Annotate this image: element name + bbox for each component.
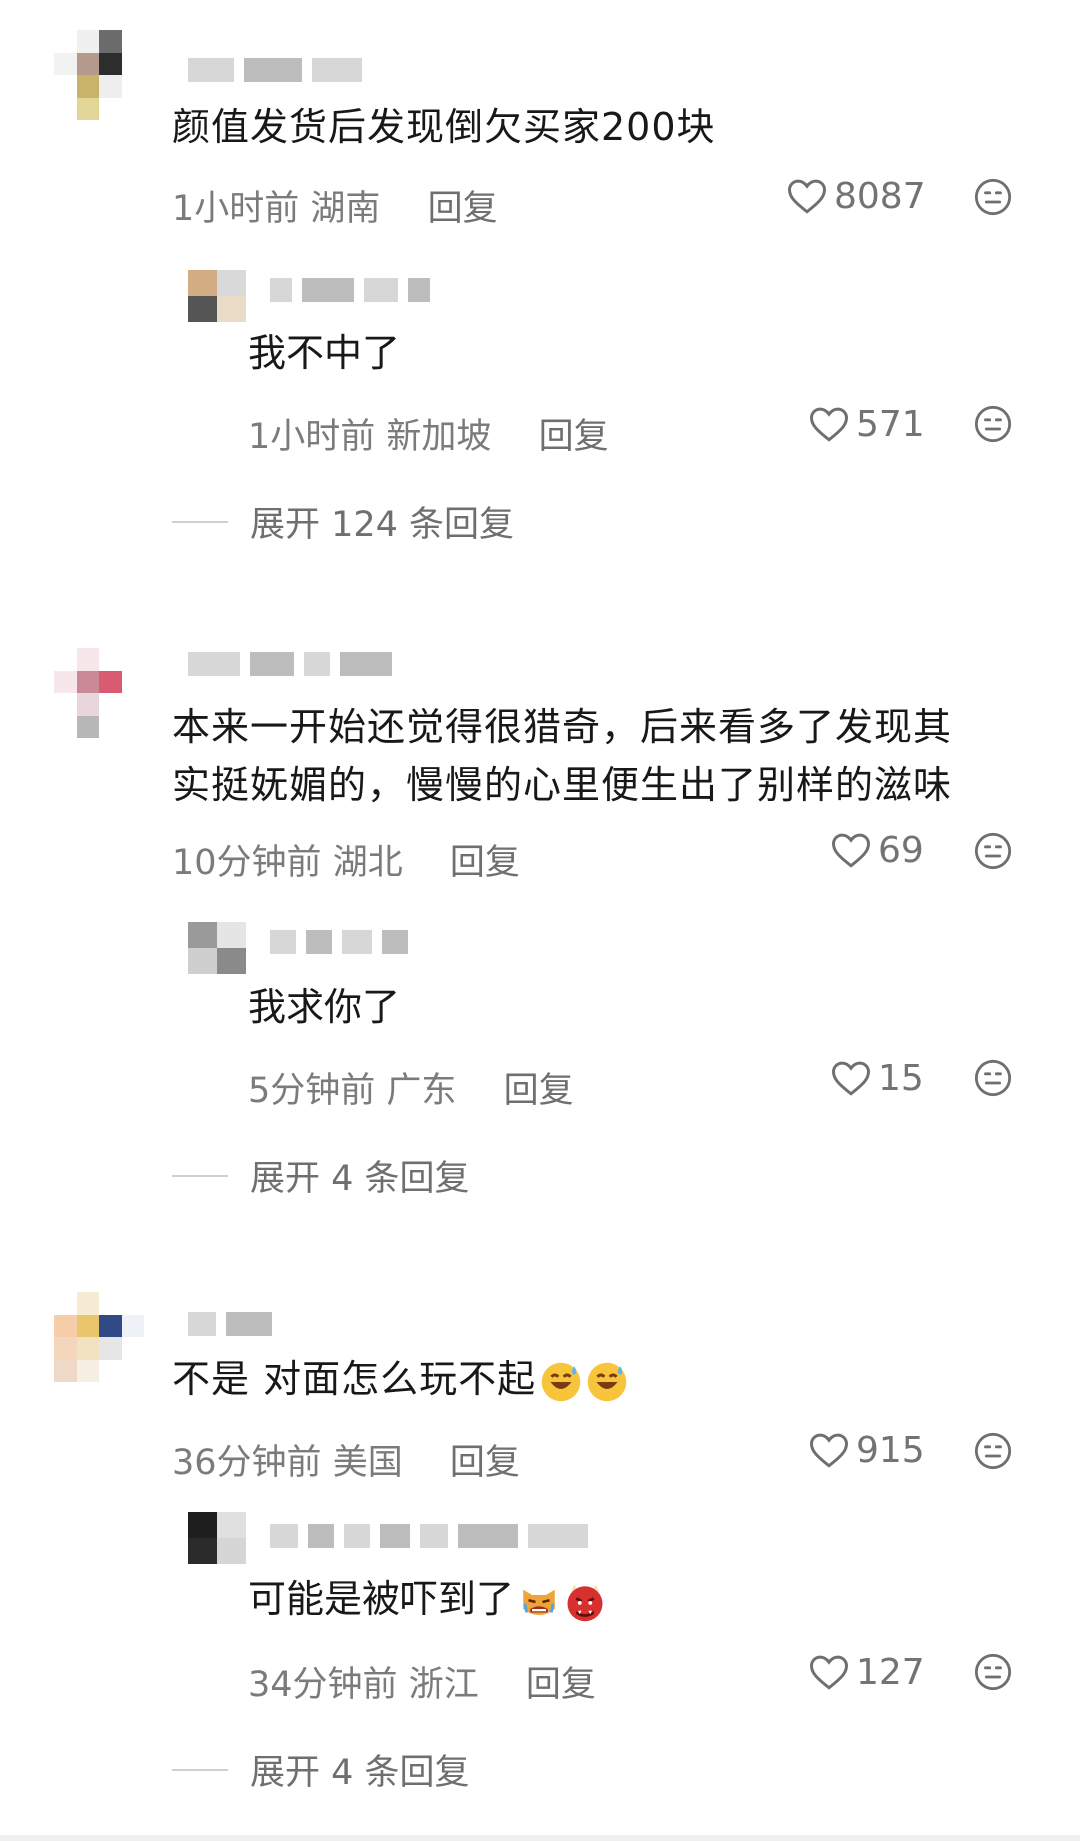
heart-outline-icon: [832, 833, 870, 868]
bottom-divider: [0, 1835, 1080, 1841]
avatar[interactable]: [54, 1292, 144, 1382]
username-blurred[interactable]: [188, 650, 392, 678]
reply-location: 新加坡: [386, 417, 492, 457]
dislike-face-icon[interactable]: [973, 1058, 1013, 1098]
crying-cat-emoji: [523, 1589, 555, 1615]
username-blurred[interactable]: [188, 56, 362, 84]
reply-button[interactable]: 回复: [450, 843, 520, 883]
comment-meta: 10分钟前 湖北 回复: [172, 834, 520, 885]
reply-time: 5分钟前: [248, 1071, 376, 1111]
reply-location: 浙江: [408, 1665, 479, 1705]
dislike-face-icon[interactable]: [973, 1652, 1013, 1692]
comment-time: 36分钟前: [172, 1443, 322, 1483]
like-count: 8087: [834, 175, 926, 217]
expand-label: 展开 124 条回复: [250, 505, 515, 545]
like-button[interactable]: 915: [808, 1426, 925, 1474]
comment-text: 本来一开始还觉得很猎奇，后来看多了发现其 实挺妩媚的，慢慢的心里便生出了别样的滋…: [172, 698, 1032, 814]
expand-divider: [172, 520, 228, 523]
reply-button[interactable]: 回复: [428, 189, 498, 229]
reply-button[interactable]: 回复: [526, 1665, 596, 1705]
reply-text: 我求你了: [248, 985, 401, 1029]
like-count: 15: [878, 1057, 924, 1099]
like-count: 571: [856, 403, 925, 445]
like-button[interactable]: 15: [830, 1054, 924, 1102]
heart-outline-icon: [810, 1433, 848, 1468]
reply-time: 1小时前: [248, 417, 376, 457]
like-count: 915: [856, 1429, 925, 1471]
expand-replies[interactable]: 展开 4 条回复: [172, 1150, 470, 1201]
reply-location: 广东: [386, 1071, 457, 1111]
expand-label: 展开 4 条回复: [250, 1753, 470, 1793]
expand-label: 展开 4 条回复: [250, 1159, 470, 1199]
comment-text-line: 实挺妩媚的，慢慢的心里便生出了别样的滋味: [172, 763, 953, 807]
reply-button[interactable]: 回复: [504, 1071, 574, 1111]
reply-username-blurred[interactable]: [270, 1522, 588, 1550]
avatar[interactable]: [54, 30, 144, 120]
comment-meta: 1小时前 湖南 回复: [172, 180, 498, 231]
comment-thread-3: 不是 对面怎么玩不起😅😅 36分钟前 美国 回复 915 可能是被吓到了😿👹 3…: [0, 1270, 1080, 1793]
comment-text: 颜值发货后发现倒欠买家200块: [172, 105, 716, 149]
comment-location: 湖北: [332, 843, 403, 883]
reply-meta: 5分钟前 广东 回复: [248, 1062, 574, 1113]
grinning-sweat-emoji: [541, 1362, 581, 1401]
heart-outline-icon: [810, 1655, 848, 1690]
dislike-face-icon[interactable]: [973, 831, 1013, 871]
reply-button[interactable]: 回复: [450, 1443, 520, 1483]
dislike-face-icon[interactable]: [973, 177, 1013, 217]
reply-button[interactable]: 回复: [539, 417, 609, 457]
reply-text: 可能是被吓到了😿👹: [248, 1572, 1028, 1626]
reply-avatar[interactable]: [188, 1512, 246, 1564]
like-button[interactable]: 571: [808, 400, 925, 448]
heart-outline-icon: [788, 179, 826, 214]
like-count: 69: [878, 829, 924, 871]
heart-outline-icon: [810, 407, 848, 442]
comment-text: 不是 对面怎么玩不起😅😅: [172, 1350, 1032, 1408]
comment-location: 湖南: [310, 189, 381, 229]
comment-meta: 36分钟前 美国 回复: [172, 1434, 520, 1485]
comment-text-body: 不是 对面怎么玩不起: [172, 1357, 537, 1401]
reply-meta: 1小时前 新加坡 回复: [248, 408, 609, 459]
comment-thread-1: 颜值发货后发现倒欠买家200块 1小时前 湖南 回复 8087 我不中了 1小时…: [0, 0, 1080, 560]
dislike-face-icon[interactable]: [973, 1431, 1013, 1471]
comment-time: 10分钟前: [172, 843, 322, 883]
expand-replies[interactable]: 展开 4 条回复: [172, 1744, 470, 1795]
comment-thread-2: 本来一开始还觉得很猎奇，后来看多了发现其 实挺妩媚的，慢慢的心里便生出了别样的滋…: [0, 610, 1080, 1210]
comment-location: 美国: [332, 1443, 403, 1483]
comment-time: 1小时前: [172, 189, 300, 229]
username-blurred[interactable]: [188, 1310, 272, 1338]
grinning-sweat-emoji: [587, 1362, 627, 1401]
like-button[interactable]: 127: [808, 1648, 925, 1696]
reply-avatar[interactable]: [188, 922, 246, 974]
like-count: 127: [856, 1651, 925, 1693]
dislike-face-icon[interactable]: [973, 404, 1013, 444]
expand-replies[interactable]: 展开 124 条回复: [172, 496, 514, 547]
expand-divider: [172, 1768, 228, 1771]
reply-meta: 34分钟前 浙江 回复: [248, 1656, 596, 1707]
reply-text: 我不中了: [248, 331, 401, 375]
expand-divider: [172, 1174, 228, 1177]
comment-text-line: 本来一开始还觉得很猎奇，后来看多了发现其: [172, 705, 953, 749]
like-button[interactable]: 8087: [786, 172, 926, 220]
heart-outline-icon: [832, 1061, 870, 1096]
ogre-emoji: [567, 1584, 603, 1621]
reply-username-blurred[interactable]: [270, 928, 408, 956]
reply-avatar[interactable]: [188, 270, 246, 322]
reply-time: 34分钟前: [248, 1665, 398, 1705]
avatar[interactable]: [54, 648, 144, 738]
like-button[interactable]: 69: [830, 826, 924, 874]
reply-username-blurred[interactable]: [270, 276, 430, 304]
reply-text-body: 可能是被吓到了: [248, 1577, 515, 1621]
